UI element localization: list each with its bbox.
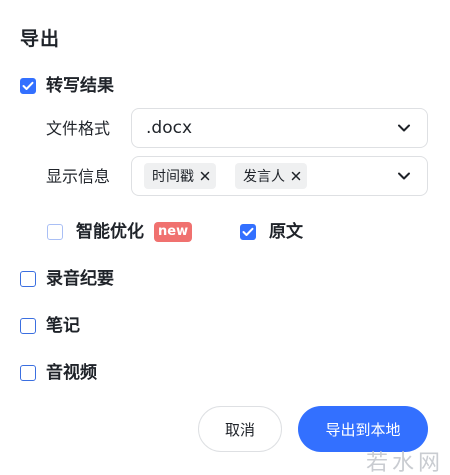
display-info-label: 显示信息 bbox=[46, 167, 111, 186]
display-info-select[interactable]: 时间戳 发言人 bbox=[131, 156, 428, 196]
cancel-button[interactable]: 取消 bbox=[198, 406, 282, 452]
tag-timestamp-label: 时间戳 bbox=[152, 169, 194, 185]
tag-timestamp: 时间戳 bbox=[144, 163, 216, 189]
recording-summary-label[interactable]: 录音纪要 bbox=[46, 269, 114, 289]
chevron-down-icon bbox=[398, 172, 410, 180]
dialog-title: 导出 bbox=[20, 28, 61, 50]
file-format-label: 文件格式 bbox=[46, 119, 111, 138]
transcript-label[interactable]: 转写结果 bbox=[46, 76, 114, 96]
watermark: 若水网 bbox=[365, 451, 444, 475]
transcript-checkbox[interactable] bbox=[20, 78, 36, 94]
check-icon bbox=[242, 227, 254, 236]
chevron-down-icon bbox=[398, 124, 410, 132]
audio-video-label[interactable]: 音视频 bbox=[46, 363, 97, 383]
audio-video-checkbox[interactable] bbox=[20, 365, 36, 381]
smart-optimize-checkbox[interactable] bbox=[47, 224, 63, 240]
original-label[interactable]: 原文 bbox=[269, 222, 303, 242]
tag-speaker-label: 发言人 bbox=[243, 169, 285, 185]
smart-optimize-label[interactable]: 智能优化 bbox=[76, 222, 144, 242]
notes-label[interactable]: 笔记 bbox=[46, 316, 80, 336]
check-icon bbox=[22, 81, 34, 90]
export-dialog: 导出 转写结果 文件格式 .docx 显示信息 时间戳 发言人 智能优化 new… bbox=[0, 0, 450, 475]
original-checkbox[interactable] bbox=[240, 224, 256, 240]
close-icon[interactable] bbox=[291, 171, 301, 181]
notes-checkbox[interactable] bbox=[20, 318, 36, 334]
close-icon[interactable] bbox=[200, 171, 210, 181]
file-format-value: .docx bbox=[146, 118, 193, 138]
new-badge: new bbox=[154, 222, 193, 242]
file-format-select[interactable]: .docx bbox=[131, 108, 428, 148]
recording-summary-checkbox[interactable] bbox=[20, 271, 36, 287]
tag-speaker: 发言人 bbox=[235, 163, 307, 189]
